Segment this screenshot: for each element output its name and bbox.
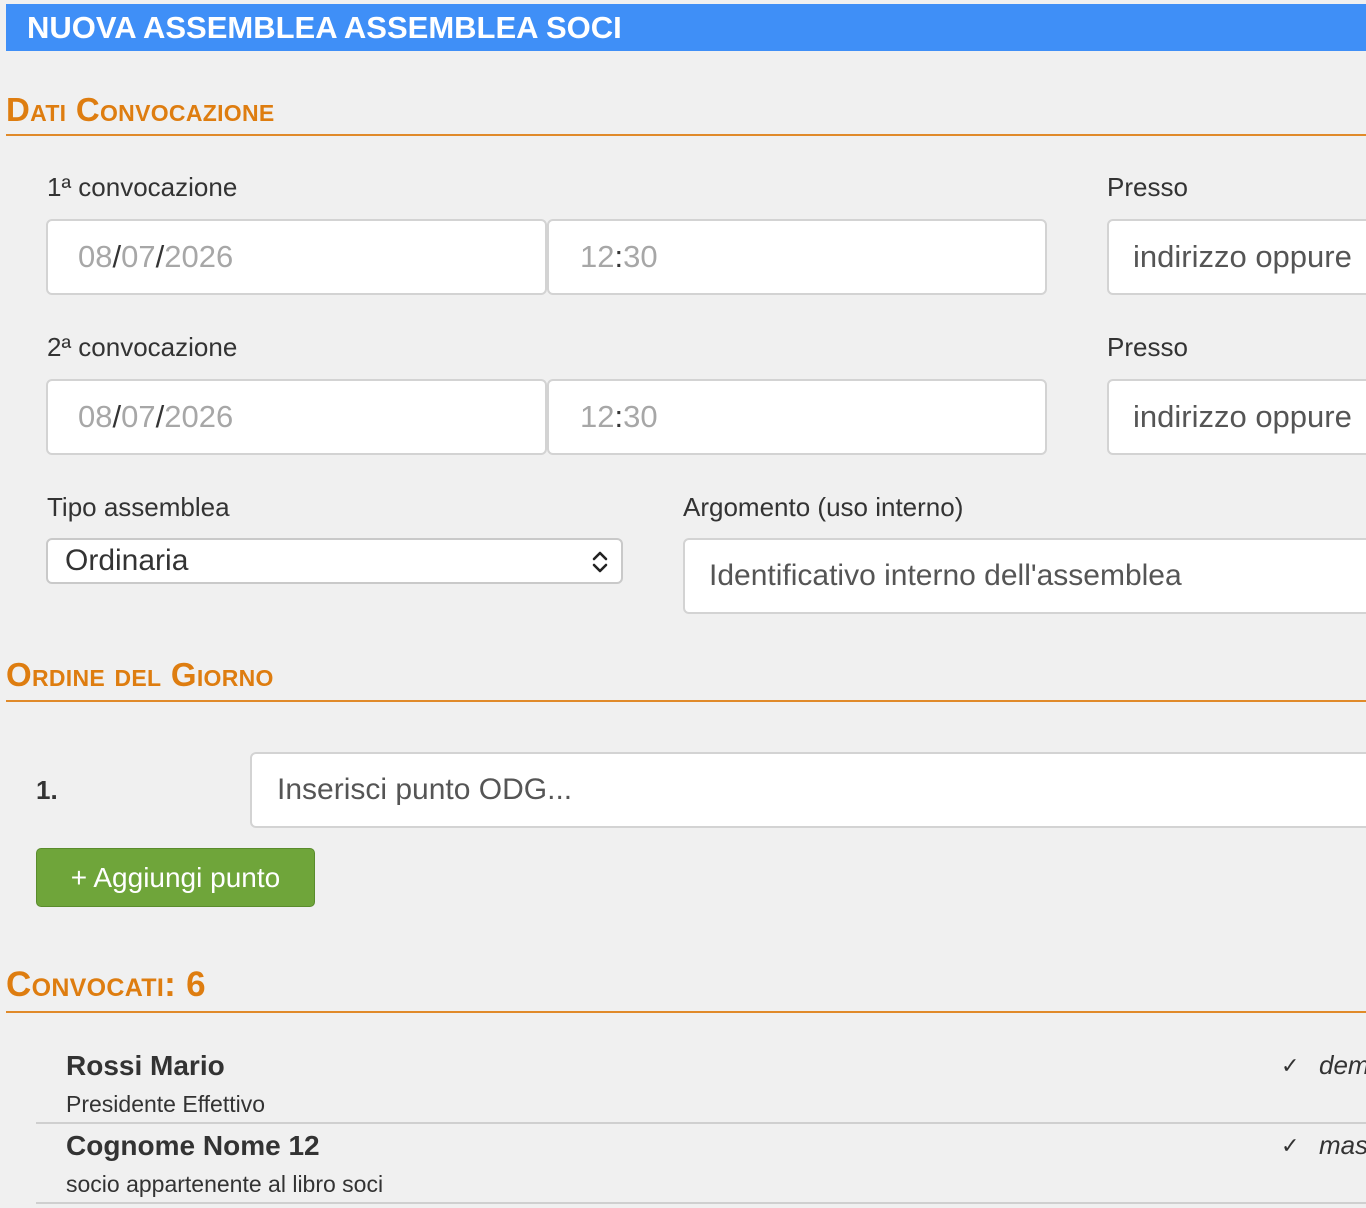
section-ordine-del-giorno: Ordine del Giorno (6, 653, 1366, 702)
page-header: NUOVA ASSEMBLEA ASSEMBLEA SOCI (6, 4, 1366, 51)
conv1-date-year: 2026 (164, 239, 234, 274)
conv2-date-input[interactable]: 08/07/2026 (46, 379, 547, 455)
conv2-time-hh: 12 (580, 399, 615, 434)
check-icon: ✓ (1281, 1053, 1300, 1078)
odg-item-placeholder: Inserisci punto ODG... (277, 773, 573, 806)
conv2-time-mm: 30 (623, 399, 658, 434)
page-title: NUOVA ASSEMBLEA ASSEMBLEA SOCI (27, 10, 622, 45)
conv1-date-input[interactable]: 08/07/2026 (46, 219, 547, 295)
member-row[interactable]: Cognome Nome 12 socio appartenente al li… (36, 1124, 1366, 1204)
conv1-date-day: 08 (78, 239, 113, 274)
conv2-time-input[interactable]: 12:30 (547, 379, 1047, 455)
conv2-label: 2ª convocazione (47, 332, 238, 362)
member-name: Cognome Nome 12 (66, 1130, 320, 1161)
conv2-presso-placeholder: indirizzo oppure (1133, 399, 1352, 434)
argomento-label: Argomento (uso interno) (683, 492, 964, 522)
conv1-presso-placeholder: indirizzo oppure (1133, 239, 1352, 274)
member-name: Rossi Mario (66, 1050, 225, 1081)
section-convocati: Convocati: 6 (6, 962, 1366, 1013)
odg-item-input[interactable]: Inserisci punto ODG... (250, 752, 1366, 828)
tipo-assemblea-value: Ordinaria (65, 544, 189, 577)
chevron-up-down-icon (588, 548, 612, 576)
section-dati-convocazione: Dati Convocazione (6, 88, 1366, 136)
argomento-input[interactable]: Identificativo interno dell'assemblea (683, 538, 1366, 614)
section-title-dati: Dati Convocazione (6, 91, 275, 128)
conv2-presso-input[interactable]: indirizzo oppure (1107, 379, 1366, 455)
conv2-presso-label: Presso (1107, 332, 1188, 362)
conv1-date-sep: / (112, 239, 122, 274)
conv1-label: 1ª convocazione (47, 172, 238, 202)
conv1-time-hh: 12 (580, 239, 615, 274)
conv1-presso-label: Presso (1107, 172, 1188, 202)
conv1-time-sep: : (614, 239, 624, 274)
conv1-date-month: 07 (121, 239, 156, 274)
odg-item-number: 1. (36, 775, 58, 805)
tipo-assemblea-select[interactable]: Ordinaria (46, 538, 623, 584)
section-title-odg: Ordine del Giorno (6, 656, 274, 693)
conv1-date-sep2: / (155, 239, 165, 274)
conv2-date-day: 08 (78, 399, 113, 434)
conv2-date-month: 07 (121, 399, 156, 434)
member-role: Presidente Effettivo (66, 1091, 266, 1117)
tipo-assemblea-label: Tipo assemblea (47, 492, 230, 522)
convocati-count: 6 (186, 965, 206, 1004)
conv2-time-sep: : (614, 399, 624, 434)
add-odg-point-label: + Aggiungi punto (70, 862, 281, 893)
conv2-date-sep: / (112, 399, 122, 434)
argomento-placeholder: Identificativo interno dell'assemblea (709, 559, 1182, 592)
conv1-time-mm: 30 (623, 239, 658, 274)
conv1-presso-input[interactable]: indirizzo oppure (1107, 219, 1366, 295)
conv1-time-input[interactable]: 12:30 (547, 219, 1047, 295)
member-email: mas (1319, 1130, 1366, 1160)
check-icon: ✓ (1281, 1133, 1300, 1158)
conv2-date-sep2: / (155, 399, 165, 434)
section-title-convocati: Convocati: (6, 965, 177, 1004)
conv2-date-year: 2026 (164, 399, 234, 434)
member-role: socio appartenente al libro soci (66, 1171, 384, 1197)
member-email: dem (1319, 1050, 1366, 1080)
member-row[interactable]: Rossi Mario Presidente Effettivo ✓ dem (36, 1040, 1366, 1124)
add-odg-point-button[interactable]: + Aggiungi punto (36, 848, 315, 907)
